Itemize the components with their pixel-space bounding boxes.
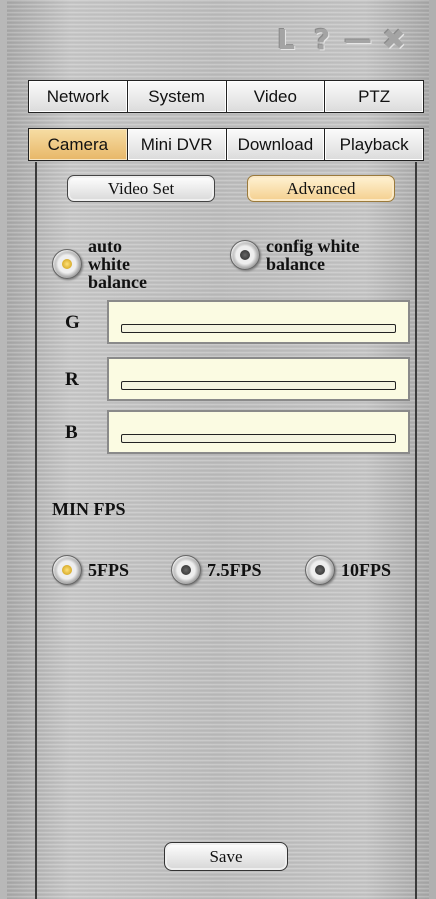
radio-selected-icon — [52, 555, 82, 585]
fps-10-radio[interactable]: 10FPS — [305, 555, 391, 585]
radio-selected-icon — [52, 249, 82, 279]
video-set-button[interactable]: Video Set — [67, 175, 215, 202]
tab-ptz[interactable]: PTZ — [325, 81, 423, 112]
fps-5-radio[interactable]: 5FPS — [52, 555, 129, 585]
tab-mini-dvr[interactable]: Mini DVR — [127, 129, 226, 160]
auto-white-balance-label: auto white balance — [88, 236, 148, 292]
radio-unselected-icon — [171, 555, 201, 585]
main-tab-row: Network System Video PTZ — [28, 80, 424, 113]
r-slider[interactable] — [121, 381, 396, 390]
r-slider-box — [107, 357, 410, 401]
tab-system[interactable]: System — [127, 81, 226, 112]
restore-icon[interactable]: L — [273, 23, 299, 56]
tab-playback[interactable]: Playback — [325, 129, 423, 160]
camera-settings-panel: L ? — ✖ Network System Video PTZ Camera … — [0, 0, 436, 899]
secondary-tab-row: Camera Mini DVR Download Playback — [28, 128, 424, 161]
help-icon[interactable]: ? — [309, 23, 335, 56]
camera-content-area: Video Set Advanced auto white balance co… — [35, 162, 417, 899]
config-white-balance-radio[interactable]: config white balance — [230, 237, 366, 273]
g-label: G — [65, 312, 80, 333]
tab-video[interactable]: Video — [226, 81, 325, 112]
tab-camera[interactable]: Camera — [29, 129, 127, 160]
tab-network[interactable]: Network — [29, 81, 127, 112]
fps-5-label: 5FPS — [88, 560, 130, 580]
title-bar: L ? — ✖ — [273, 23, 407, 56]
close-icon[interactable]: ✖ — [381, 23, 407, 56]
advanced-button[interactable]: Advanced — [247, 175, 395, 202]
auto-white-balance-radio[interactable]: auto white balance — [52, 237, 168, 291]
g-slider-box — [107, 300, 410, 344]
save-button[interactable]: Save — [164, 842, 288, 871]
b-slider-box — [107, 410, 410, 454]
b-label: B — [65, 422, 78, 443]
minimize-icon[interactable]: — — [344, 23, 372, 56]
r-label: R — [65, 369, 79, 390]
b-slider[interactable] — [121, 434, 396, 443]
fps-10-label: 10FPS — [341, 560, 392, 580]
min-fps-heading: MIN FPS — [52, 499, 126, 519]
radio-unselected-icon — [305, 555, 335, 585]
fps-7-5-label: 7.5FPS — [207, 560, 262, 580]
tab-download[interactable]: Download — [226, 129, 325, 160]
radio-unselected-icon — [230, 240, 260, 270]
g-slider[interactable] — [121, 324, 396, 333]
fps-7-5-radio[interactable]: 7.5FPS — [171, 555, 262, 585]
config-white-balance-label: config white balance — [266, 236, 360, 274]
